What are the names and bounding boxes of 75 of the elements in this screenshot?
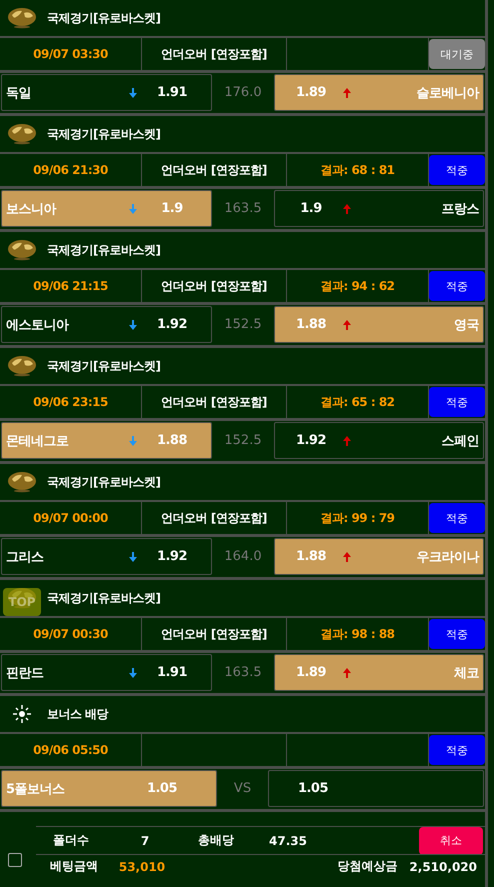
match-time: 09/06 21:15 — [0, 270, 142, 302]
status-badge: 적중 — [429, 271, 485, 301]
line-value: 152.5 — [223, 432, 263, 450]
market-name: 언더오버 [연장포함] — [142, 386, 287, 418]
league-title: 국제경기[유로바스켓] — [47, 10, 160, 26]
away-bet-option[interactable]: 1.9 프랑스 — [274, 190, 484, 227]
up-arrow-icon — [343, 436, 351, 446]
home-bet-option[interactable]: 핀란드 1.91 — [1, 654, 212, 691]
total-odds-value: 47.35 — [268, 834, 308, 848]
total-odds-label: 총배당 — [197, 832, 235, 849]
down-arrow-icon — [129, 552, 137, 562]
home-bet-option[interactable]: 5폴보너스 1.05 — [1, 770, 217, 807]
down-arrow-icon — [129, 204, 137, 214]
select-checkbox[interactable] — [8, 853, 22, 867]
line-value: 164.0 — [223, 548, 263, 566]
home-bet-option[interactable]: 몬테네그로 1.88 — [1, 422, 212, 459]
line-value: 163.5 — [223, 664, 263, 682]
league-title: 국제경기[유로바스켓] — [47, 358, 160, 374]
league-title: 국제경기[유로바스켓] — [47, 474, 160, 490]
globe-icon — [6, 355, 38, 377]
line-value: 163.5 — [223, 200, 263, 218]
status-badge: 대기중 — [429, 39, 485, 69]
down-arrow-icon — [129, 88, 137, 98]
home-bet-option[interactable]: 보스니아 1.9 — [1, 190, 212, 227]
market-name: 언더오버 [연장포함] — [142, 270, 287, 302]
globe-icon — [6, 239, 38, 261]
up-arrow-icon — [343, 88, 351, 98]
match-time: 09/06 05:50 — [0, 734, 142, 766]
match-time: 09/06 21:30 — [0, 154, 142, 186]
down-arrow-icon — [129, 436, 137, 446]
market-name: 언더오버 [연장포함] — [142, 502, 287, 534]
match-time: 09/06 23:15 — [0, 386, 142, 418]
versus-label: VS — [232, 780, 252, 798]
up-arrow-icon — [343, 668, 351, 678]
stake-label: 베팅금액 — [49, 858, 99, 875]
away-bet-option[interactable]: 1.89 슬로베니아 — [274, 74, 484, 111]
match-time: 09/07 00:00 — [0, 502, 142, 534]
away-bet-option[interactable]: 1.92 스페인 — [274, 422, 484, 459]
down-arrow-icon — [129, 668, 137, 678]
home-bet-option[interactable]: 그리스 1.92 — [1, 538, 212, 575]
up-arrow-icon — [343, 552, 351, 562]
up-arrow-icon — [343, 204, 351, 214]
away-bet-option[interactable]: 1.88 영국 — [274, 306, 484, 343]
league-title: 국제경기[유로바스켓] — [47, 242, 160, 258]
status-badge: 적중 — [429, 503, 485, 533]
status-badge: 적중 — [429, 619, 485, 649]
market-name: 언더오버 [연장포함] — [142, 618, 287, 650]
folders-label: 폴더수 — [52, 832, 90, 849]
globe-icon — [6, 7, 38, 29]
stake-value: 53,010 — [118, 860, 166, 874]
globe-icon — [6, 123, 38, 145]
line-value: 152.5 — [223, 316, 263, 334]
away-bet-option[interactable]: 1.88 우크라이나 — [274, 538, 484, 575]
down-arrow-icon — [129, 320, 137, 330]
away-bet-option[interactable]: 1.89 체코 — [274, 654, 484, 691]
away-bet-option[interactable]: 1.05 — [268, 770, 484, 807]
market-name: 언더오버 [연장포함] — [142, 38, 287, 70]
league-title: 국제경기[유로바스켓] — [47, 126, 160, 142]
status-badge: 적중 — [429, 735, 485, 765]
folders-value: 7 — [140, 834, 150, 848]
up-arrow-icon — [343, 320, 351, 330]
cancel-button[interactable]: 취소 — [419, 826, 483, 854]
league-title: 보너스 배당 — [47, 706, 108, 722]
league-title: 국제경기[유로바스켓] — [47, 590, 160, 606]
home-bet-option[interactable]: 독일 1.91 — [1, 74, 212, 111]
match-time: 09/07 00:30 — [0, 618, 142, 650]
market-name: 언더오버 [연장포함] — [142, 154, 287, 186]
match-time: 09/07 03:30 — [0, 38, 142, 70]
globe-icon — [6, 471, 38, 493]
home-bet-option[interactable]: 에스토니아 1.92 — [1, 306, 212, 343]
payout-label: 당첨예상금 — [337, 858, 398, 875]
status-badge: 적중 — [429, 387, 485, 417]
status-badge: 적중 — [429, 155, 485, 185]
payout-value: 2,510,020 — [409, 860, 477, 874]
line-value: 176.0 — [223, 84, 263, 102]
